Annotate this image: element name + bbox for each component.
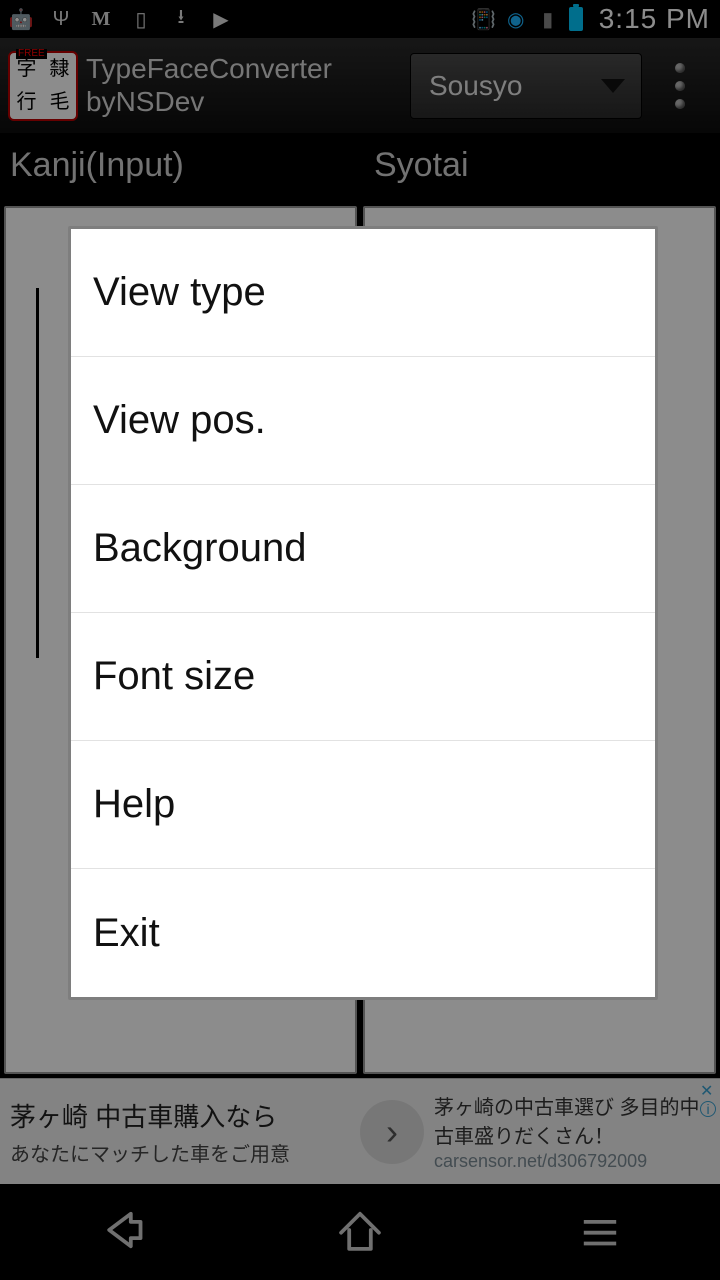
menu-item-label: View type: [93, 270, 266, 315]
menu-item-label: Exit: [93, 911, 160, 956]
menu-item-font-size[interactable]: Font size: [71, 613, 655, 741]
menu-item-background[interactable]: Background: [71, 485, 655, 613]
menu-item-label: Font size: [93, 654, 255, 699]
menu-item-label: View pos.: [93, 398, 266, 443]
menu-item-help[interactable]: Help: [71, 741, 655, 869]
menu-item-label: Background: [93, 526, 306, 571]
menu-item-label: Help: [93, 782, 175, 827]
options-menu-dialog: View type View pos. Background Font size…: [68, 226, 658, 1000]
menu-item-view-type[interactable]: View type: [71, 229, 655, 357]
menu-item-exit[interactable]: Exit: [71, 869, 655, 997]
menu-item-view-pos[interactable]: View pos.: [71, 357, 655, 485]
